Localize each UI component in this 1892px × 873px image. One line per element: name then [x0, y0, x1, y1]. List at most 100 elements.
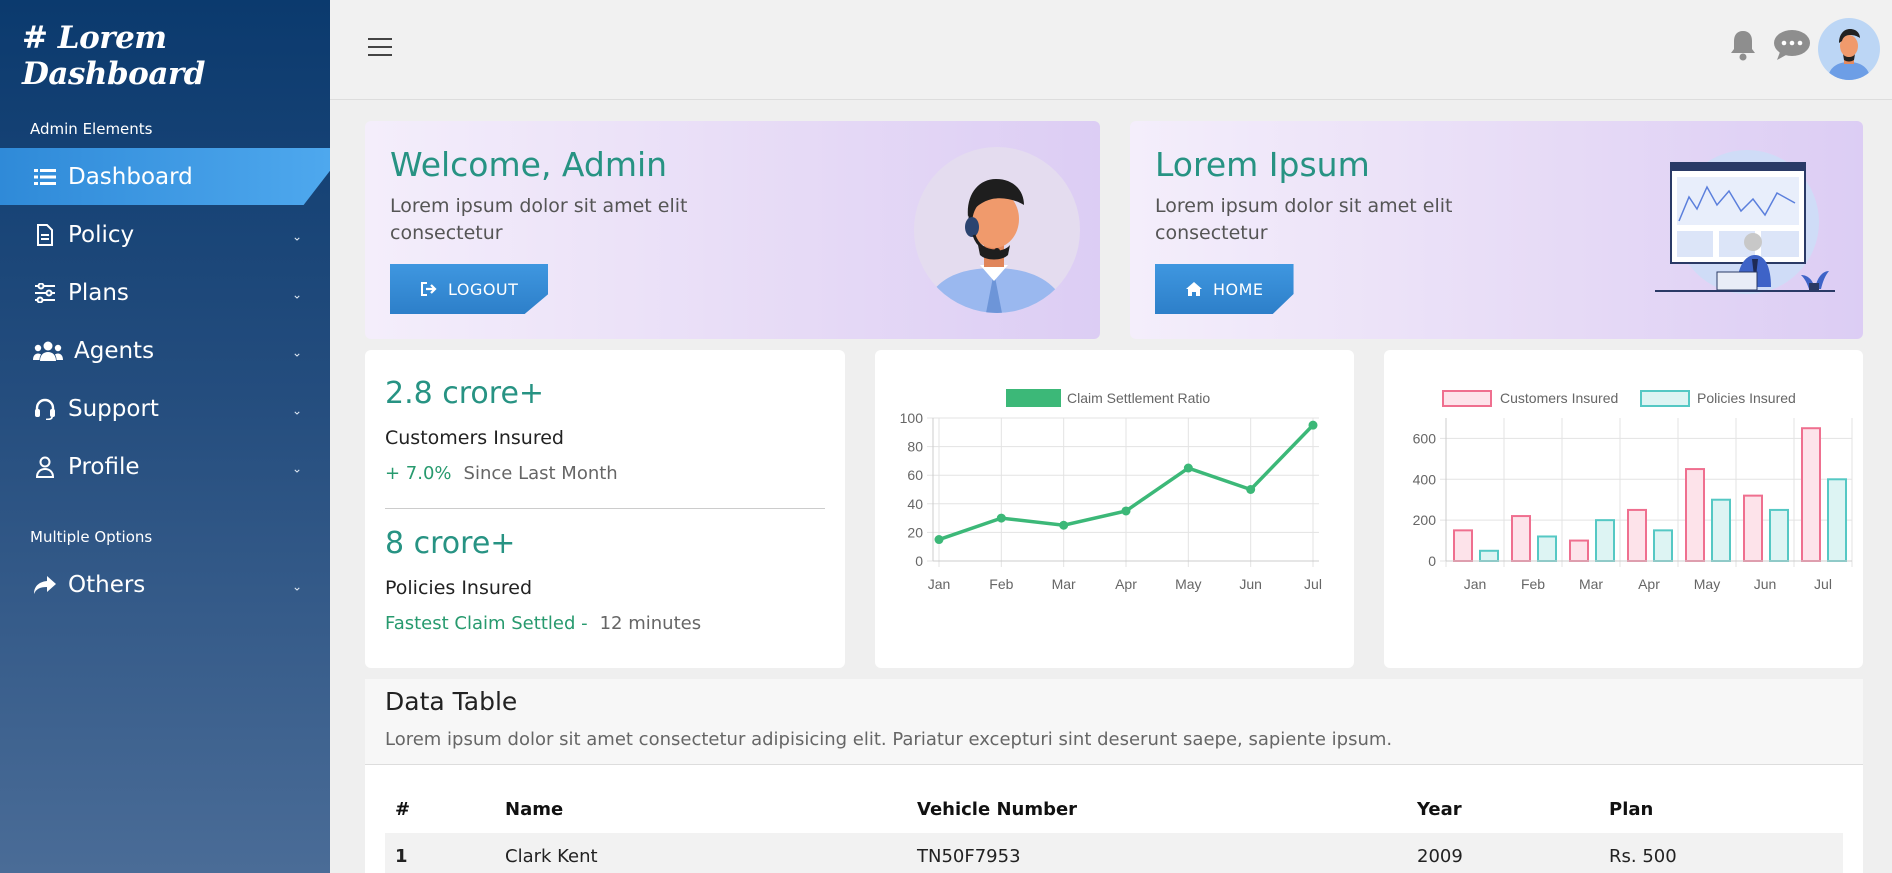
column-header[interactable]: Plan	[1599, 785, 1843, 833]
headset-icon	[32, 396, 58, 422]
policies-label: Policies Insured	[385, 577, 533, 599]
y-tick-label: 80	[907, 439, 923, 455]
analytics-illustration	[1655, 147, 1835, 307]
logout-button[interactable]: LOGOUT	[390, 264, 549, 314]
column-header[interactable]: Year	[1407, 785, 1599, 833]
column-header[interactable]: Name	[495, 785, 907, 833]
sidebar-item-profile[interactable]: Profile ⌄	[0, 438, 330, 495]
legend-label: Policies Insured	[1697, 390, 1796, 406]
column-header[interactable]: Vehicle Number	[907, 785, 1407, 833]
home-icon	[1185, 281, 1203, 297]
x-tick-label: Jun	[1239, 576, 1262, 592]
bar-policies	[1711, 498, 1731, 562]
x-tick-label: Feb	[1521, 576, 1545, 592]
data-point	[1121, 506, 1131, 516]
avatar[interactable]	[1818, 18, 1880, 80]
sidebar-item-label: Agents	[74, 337, 155, 364]
x-tick-label: Jan	[928, 576, 951, 592]
data-table-card: Data Table Lorem ipsum dolor sit amet co…	[365, 679, 1863, 873]
bar-policies	[1827, 478, 1847, 563]
table-cell: TN50F7953	[917, 845, 1021, 867]
y-tick-label: 100	[900, 410, 924, 426]
column-header[interactable]: #	[385, 785, 495, 833]
line-chart-card: 0 20 40 60 80 100 Jan Feb Mar Apr May Jun Jul Claim S…	[875, 350, 1354, 668]
y-tick-label: 200	[1413, 512, 1437, 528]
bar-customers	[1685, 468, 1705, 562]
home-button[interactable]: HOME	[1155, 264, 1294, 314]
logout-label: LOGOUT	[448, 279, 519, 299]
sidebar-item-others[interactable]: Others ⌄	[0, 556, 330, 613]
legend-label: Customers Insured	[1500, 390, 1618, 406]
fastest-claim-row: Fastest Claim Settled - 12 minutes	[385, 613, 701, 634]
sidebar-item-plans[interactable]: Plans ⌄	[0, 264, 330, 321]
home-label: HOME	[1213, 279, 1264, 299]
y-tick-label: 600	[1413, 430, 1437, 446]
lorem-desc: Lorem ipsum dolor sit amet elit consecte…	[1155, 195, 1453, 244]
bar-policies	[1769, 508, 1789, 563]
bar-customers	[1801, 427, 1821, 563]
sidebar-item-dashboard[interactable]: Dashboard	[0, 148, 330, 205]
x-tick-label: May	[1175, 576, 1201, 592]
bar-customers	[1569, 539, 1589, 562]
y-tick-label: 0	[1428, 553, 1436, 569]
list-icon	[32, 164, 58, 190]
chevron-down-icon: ⌄	[291, 578, 302, 593]
table-body: # Name Vehicle Number Year Plan 1 Clark …	[365, 765, 1863, 873]
chevron-down-icon: ⌄	[291, 402, 302, 417]
welcome-card: Welcome, Admin Lorem ipsum dolor sit ame…	[365, 121, 1100, 339]
policies-value: 8 crore+	[385, 526, 516, 561]
sidebar-item-label: Others	[68, 571, 146, 598]
sign-out-icon	[420, 281, 438, 297]
bar-chart: 0 200 400 600 Jan Feb Mar Apr May Jun Jul Customers…	[1413, 390, 1853, 592]
admin-illustration	[914, 147, 1080, 313]
fastest-label: Fastest Claim Settled -	[385, 613, 588, 634]
brand-logo[interactable]: # Lorem Dashboard	[22, 20, 330, 92]
y-tick-label: 400	[1413, 471, 1437, 487]
lorem-card: Lorem Ipsum Lorem ipsum dolor sit amet e…	[1130, 121, 1863, 339]
customers-change-row: + 7.0% Since Last Month	[385, 463, 618, 484]
table-cell: Clark Kent	[505, 845, 598, 867]
topbar	[330, 0, 1892, 100]
data-point	[1308, 420, 1318, 430]
bar-policies	[1479, 549, 1499, 563]
bell-icon[interactable]	[1724, 26, 1762, 64]
chevron-down-icon: ⌄	[291, 286, 302, 301]
legend-swatch	[1442, 390, 1492, 407]
bar-customers	[1743, 494, 1763, 562]
x-tick-label: Mar	[1052, 576, 1076, 592]
x-tick-label: Apr	[1638, 576, 1660, 592]
section-label-multiple: Multiple Options	[30, 528, 153, 546]
x-tick-label: Feb	[989, 576, 1013, 592]
bar-policies	[1653, 529, 1673, 563]
x-tick-label: Mar	[1579, 576, 1603, 592]
y-tick-label: 40	[907, 496, 923, 512]
data-point	[934, 535, 944, 545]
y-tick-label: 0	[915, 553, 923, 569]
sidebar-item-label: Policy	[68, 221, 135, 248]
chevron-down-icon: ⌄	[291, 228, 302, 243]
table-desc: Lorem ipsum dolor sit amet consectetur a…	[385, 729, 1393, 750]
chat-icon[interactable]	[1772, 26, 1810, 64]
document-icon	[32, 222, 58, 248]
customers-since: Since Last Month	[463, 463, 618, 484]
share-icon	[32, 572, 58, 598]
sidebar-item-support[interactable]: Support ⌄	[0, 380, 330, 437]
data-point	[1246, 485, 1256, 494]
x-tick-label: May	[1694, 576, 1720, 592]
chevron-down-icon: ⌄	[291, 344, 302, 359]
bar-customers	[1627, 508, 1647, 563]
menu-toggle-icon[interactable]	[368, 38, 392, 58]
sidebar-item-agents[interactable]: Agents ⌄	[0, 322, 330, 379]
x-tick-label: Apr	[1115, 576, 1137, 592]
chevron-down-icon: ⌄	[291, 460, 302, 475]
y-tick-label: 20	[907, 524, 923, 540]
table-cell: 2009	[1417, 845, 1463, 867]
legend-swatch	[1640, 390, 1690, 407]
data-table: # Name Vehicle Number Year Plan 1 Clark …	[385, 785, 1843, 873]
stats-card: 2.8 crore+ Customers Insured + 7.0% Since…	[365, 350, 845, 668]
sidebar-item-policy[interactable]: Policy ⌄	[0, 206, 330, 263]
legend-swatch	[1006, 389, 1061, 407]
lorem-title: Lorem Ipsum	[1155, 145, 1370, 184]
x-tick-label: Jun	[1754, 576, 1777, 592]
table-row[interactable]: 1 Clark Kent TN50F7953 2009 Rs. 500	[385, 833, 1843, 873]
